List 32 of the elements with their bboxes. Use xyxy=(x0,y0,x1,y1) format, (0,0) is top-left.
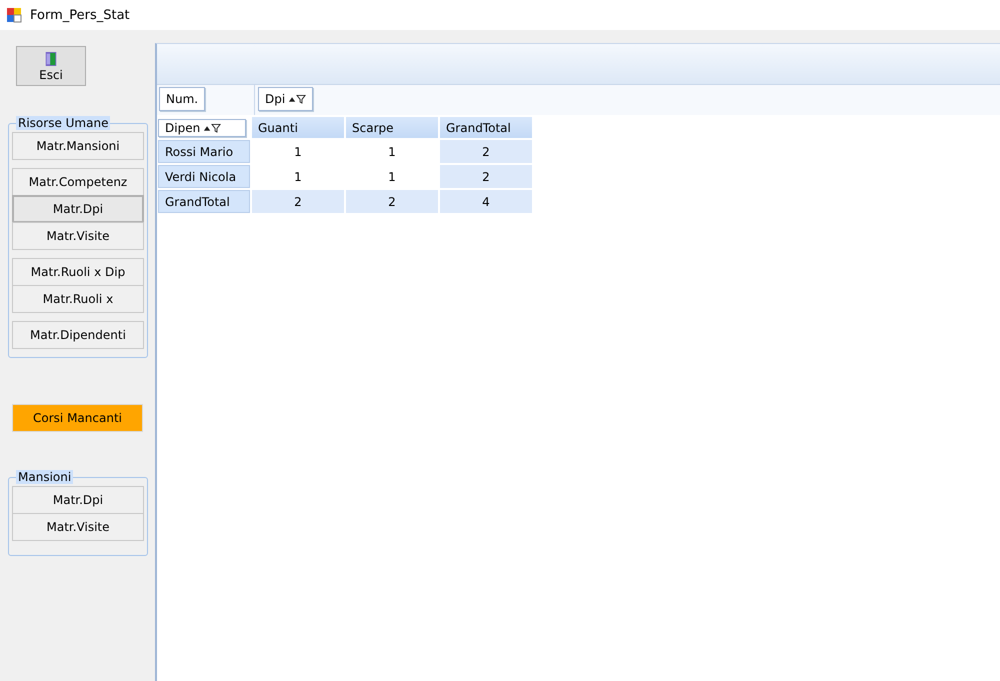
column-field-button[interactable]: Dpi xyxy=(258,87,314,111)
group-title: Mansioni xyxy=(16,470,74,484)
column-header: Guanti xyxy=(252,117,344,138)
row-header: GrandTotal xyxy=(158,190,250,213)
sort-filter-icon xyxy=(203,122,222,132)
row-field-button[interactable]: Dipen xyxy=(158,118,246,136)
matrix-button[interactable]: Matr.Ruoli x Dip xyxy=(12,258,144,286)
group-title: Risorse Umane xyxy=(16,116,110,130)
table-cell: 2 xyxy=(440,140,532,163)
row-header: Rossi Mario xyxy=(158,140,250,163)
matrix-button[interactable]: Matr.Dpi xyxy=(12,195,144,223)
table-cell: 4 xyxy=(440,190,532,213)
app-icon xyxy=(6,7,22,23)
table-cell: 2 xyxy=(252,190,344,213)
matrix-button[interactable]: Matr.Dipendenti xyxy=(12,321,144,349)
matrix-button[interactable]: Matr.Competenz xyxy=(12,168,144,196)
matrix-button[interactable]: Matr.Visite xyxy=(12,222,144,250)
column-header: GrandTotal xyxy=(440,117,532,138)
matrix-button[interactable]: Matr.Dpi xyxy=(12,486,144,514)
sort-filter-icon xyxy=(288,94,306,104)
row-header: Verdi Nicola xyxy=(158,165,250,188)
table-cell: 2 xyxy=(346,190,438,213)
window-title: Form_Pers_Stat xyxy=(30,8,130,22)
exit-button[interactable]: Esci xyxy=(16,46,86,86)
table-cell: 2 xyxy=(440,165,532,188)
missing-courses-button[interactable]: Corsi Mancanti xyxy=(12,404,143,432)
matrix-button[interactable]: Matr.Visite xyxy=(12,513,144,541)
column-header: Scarpe xyxy=(346,117,438,138)
door-icon xyxy=(44,50,58,66)
matrix-button[interactable]: Matr.Mansioni xyxy=(12,132,144,160)
matrix-button[interactable]: Matr.Ruoli x xyxy=(12,285,144,313)
data-field-button[interactable]: Num. xyxy=(159,87,206,111)
